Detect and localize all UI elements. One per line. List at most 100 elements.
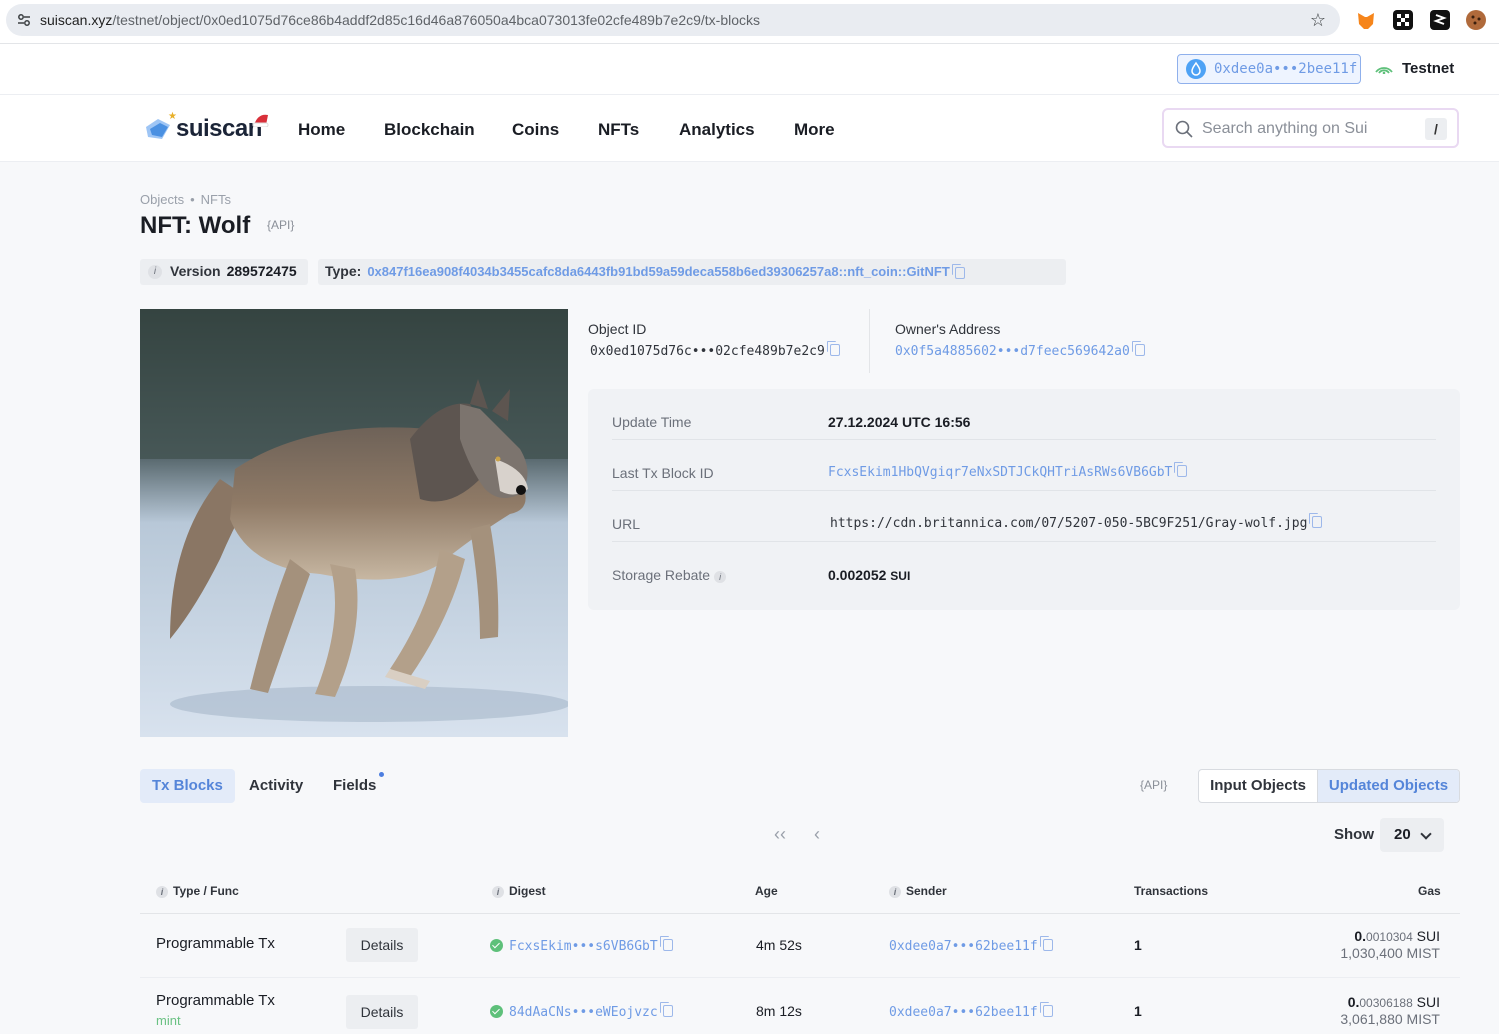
transactions-cell: 1	[1134, 1003, 1142, 1019]
detail-key: URL	[612, 516, 641, 532]
metamask-extension-icon[interactable]	[1358, 13, 1374, 29]
sender-link[interactable]: 0xdee0a7•••62bee11f	[889, 939, 1038, 954]
network-label: Testnet	[1402, 60, 1455, 77]
api-badge[interactable]: {API}	[1140, 778, 1167, 792]
info-icon[interactable]: i	[492, 886, 504, 898]
network-selector[interactable]: Testnet	[1374, 60, 1454, 77]
success-check-icon	[490, 1005, 503, 1018]
top-strip: 0xdee0a•••2bee11f Testnet	[0, 44, 1499, 95]
info-icon[interactable]: i	[156, 886, 168, 898]
nav-blockchain[interactable]: Blockchain	[384, 120, 475, 140]
copy-icon[interactable]	[1174, 462, 1188, 477]
table-row: Programmable Tx mint Details 84dAaCNs•••e…	[140, 978, 1460, 1034]
bookmark-star-icon[interactable]: ☆	[1310, 10, 1326, 31]
detail-key: Last Tx Block ID	[612, 465, 714, 481]
tab-activity[interactable]: Activity	[237, 769, 315, 803]
info-icon[interactable]: i	[714, 571, 727, 583]
slush-extension-icon[interactable]	[1430, 10, 1450, 30]
segment-input-objects[interactable]: Input Objects	[1199, 770, 1317, 802]
object-id-value: 0x0ed1075d76c•••02cfe489b7e2c9	[590, 341, 840, 359]
sender-link[interactable]: 0xdee0a7•••62bee11f	[889, 1005, 1038, 1020]
breadcrumb-objects[interactable]: Objects	[140, 192, 184, 207]
version-chip: i Version 289572475	[140, 259, 308, 285]
info-icon[interactable]: i	[148, 265, 162, 279]
search-shortcut-key: /	[1425, 118, 1447, 140]
divider	[869, 309, 870, 373]
network-signal-icon	[1375, 67, 1393, 74]
copy-icon[interactable]	[659, 936, 673, 951]
logo-text: suiscan	[176, 115, 262, 142]
object-id-text[interactable]: 0x0ed1075d76c•••02cfe489b7e2c9	[590, 344, 825, 359]
sender-cell: 0xdee0a7•••62bee11f	[889, 936, 1053, 954]
copy-icon[interactable]	[826, 341, 840, 356]
nav-nfts[interactable]: NFTs	[598, 120, 639, 140]
url-text[interactable]: suiscan.xyz/testnet/object/0x0ed1075d76c…	[40, 12, 760, 28]
gas-mist: 1,030,400 MIST	[1340, 945, 1440, 961]
breadcrumb-nfts[interactable]: NFTs	[201, 192, 231, 207]
tx-type: Programmable Tx mint	[156, 992, 275, 1028]
page-title: NFT: Wolf	[140, 212, 251, 239]
tx-func: mint	[156, 1013, 181, 1028]
digest-link[interactable]: 84dAaCNs•••eWEojvzc	[509, 1005, 658, 1020]
detail-row-storage-rebate: Storage Rebate i 0.002052 SUI	[612, 542, 1436, 593]
info-icon[interactable]: i	[889, 886, 901, 898]
notification-dot	[379, 772, 385, 777]
breadcrumb-separator: •	[190, 192, 195, 207]
type-label: Type:	[325, 263, 362, 279]
segment-updated-objects[interactable]: Updated Objects	[1317, 770, 1459, 802]
address-bar[interactable]: suiscan.xyz/testnet/object/0x0ed1075d76c…	[6, 4, 1340, 36]
page-size-select[interactable]: 20	[1380, 818, 1444, 852]
type-chip: Type: 0x847f16ea908f4034b3455cafc8da6443f…	[318, 259, 1066, 285]
digest-link[interactable]: FcxsEkim•••s6VB6GbT	[509, 939, 658, 954]
details-button[interactable]: Details	[346, 995, 418, 1029]
breadcrumb: Objects • NFTs	[140, 192, 231, 207]
nav-coins[interactable]: Coins	[512, 120, 559, 140]
age-cell: 8m 12s	[756, 1003, 802, 1019]
browser-toolbar: suiscan.xyz/testnet/object/0x0ed1075d76c…	[0, 0, 1499, 44]
suiscan-logo[interactable]: ★ suiscan	[140, 107, 280, 151]
wallet-button[interactable]: 0xdee0a•••2bee11f	[1177, 54, 1361, 84]
transactions-cell: 1	[1134, 937, 1142, 953]
type-value-link[interactable]: 0x847f16ea908f4034b3455cafc8da6443fb91bd…	[367, 264, 949, 279]
copy-icon[interactable]	[1039, 1002, 1053, 1017]
details-button[interactable]: Details	[346, 928, 418, 962]
copy-icon[interactable]	[951, 264, 965, 279]
nav-more[interactable]: More	[794, 120, 835, 140]
copy-icon[interactable]	[659, 1002, 673, 1017]
copy-icon[interactable]	[1131, 341, 1145, 356]
objects-segment-control: Input Objects Updated Objects	[1198, 769, 1460, 803]
cookie-extension-icon[interactable]	[1466, 10, 1486, 30]
header-age: Age	[755, 884, 778, 898]
search-box[interactable]: /	[1162, 108, 1459, 148]
url-text[interactable]: https://cdn.britannica.com/07/5207-050-5…	[830, 516, 1307, 531]
okx-extension-icon[interactable]	[1393, 10, 1413, 30]
header-sender: i Sender	[889, 884, 947, 898]
first-page-button[interactable]: ‹‹	[774, 824, 786, 845]
api-badge[interactable]: {API}	[267, 218, 294, 232]
prev-page-button[interactable]: ‹	[814, 824, 820, 845]
nft-image	[140, 309, 568, 737]
tab-fields[interactable]: Fields	[321, 769, 388, 803]
tx-type: Programmable Tx	[156, 935, 275, 952]
last-tx-link[interactable]: FcxsEkim1HbQVgiqr7eNxSDTJCkQHTriAsRWs6VB…	[828, 465, 1172, 480]
owner-label: Owner's Address	[895, 321, 1001, 337]
header-digest: i Digest	[492, 884, 546, 898]
table-row: Programmable Tx Details FcxsEkim•••s6VB6…	[140, 914, 1460, 978]
copy-icon[interactable]	[1309, 513, 1323, 528]
show-label: Show	[1334, 826, 1374, 843]
header-transactions: Transactions	[1134, 884, 1209, 898]
tab-tx-blocks[interactable]: Tx Blocks	[140, 769, 235, 803]
gas-mist: 3,061,880 MIST	[1340, 1011, 1440, 1027]
detail-row-url: URL https://cdn.britannica.com/07/5207-0…	[612, 491, 1436, 542]
digest-cell: FcxsEkim•••s6VB6GbT	[490, 936, 673, 954]
site-settings-icon[interactable]	[16, 12, 32, 28]
search-input[interactable]	[1202, 116, 1417, 142]
detail-value: https://cdn.britannica.com/07/5207-050-5…	[830, 513, 1323, 531]
nav-home[interactable]: Home	[298, 120, 345, 140]
owner-address-link[interactable]: 0x0f5a4885602•••d7feec569642a0	[895, 344, 1130, 359]
search-icon	[1175, 120, 1193, 138]
age-cell: 4m 52s	[756, 937, 802, 953]
nav-analytics[interactable]: Analytics	[679, 120, 755, 140]
copy-icon[interactable]	[1039, 936, 1053, 951]
detail-row-update-time: Update Time 27.12.2024 UTC 16:56	[612, 389, 1436, 440]
